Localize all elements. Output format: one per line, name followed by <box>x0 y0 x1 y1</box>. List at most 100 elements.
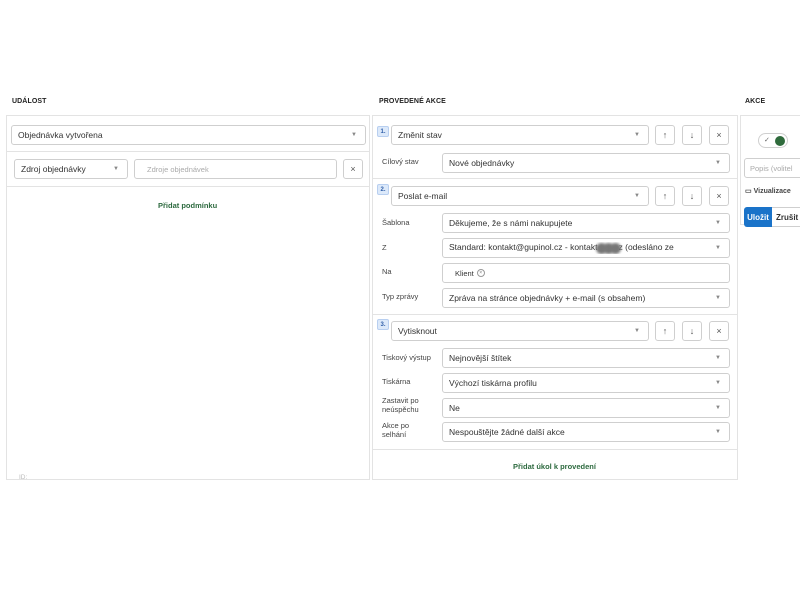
step-number-badge: 2. <box>377 184 389 195</box>
move-down-button[interactable]: ↓ <box>682 125 702 145</box>
close-icon: × <box>350 164 356 174</box>
arrow-down-icon: ↓ <box>689 130 695 140</box>
print-output-value: Nejnovější štítek <box>449 353 512 363</box>
description-input[interactable]: Popis (volitel <box>744 158 800 178</box>
action-on-failure-value: Nespouštějte žádné další akce <box>449 427 565 437</box>
divider <box>373 178 737 179</box>
recipient-field[interactable]: Klient × <box>442 263 730 283</box>
chevron-down-icon: ▼ <box>715 220 721 226</box>
arrow-up-icon: ↑ <box>662 130 668 140</box>
action-on-failure-select[interactable]: Nespouštějte žádné další akce ▼ <box>442 422 730 442</box>
field-label: Typ zprávy <box>382 292 419 301</box>
chevron-down-icon: ▼ <box>715 380 721 386</box>
step-3-action-value: Vytisknout <box>398 326 437 336</box>
chevron-down-icon: ▼ <box>351 132 357 138</box>
recipient-chip[interactable]: Klient × <box>455 269 485 278</box>
active-toggle[interactable]: ✓ <box>758 133 788 148</box>
step-2-action-select[interactable]: Poslat e-mail ▼ <box>391 186 649 206</box>
add-task-link[interactable]: Přidat úkol k provedení <box>513 462 596 471</box>
template-select[interactable]: Děkujeme, že s námi nakupujete ▼ <box>442 213 730 233</box>
field-label: Tiskárna <box>382 377 411 386</box>
step-3-action-select[interactable]: Vytisknout ▼ <box>391 321 649 341</box>
event-column-header: UDÁLOST <box>12 98 47 105</box>
field-label: Šablona <box>382 218 410 227</box>
step-1-action-select[interactable]: Změnit stav ▼ <box>391 125 649 145</box>
remove-condition-button[interactable]: × <box>343 159 363 179</box>
field-label: Na <box>382 267 392 276</box>
chevron-down-icon: ▼ <box>715 355 721 361</box>
chevron-down-icon: ▼ <box>715 160 721 166</box>
field-label: Cílový stav <box>382 157 419 166</box>
check-icon: ✓ <box>764 137 770 144</box>
chevron-down-icon: ▼ <box>113 166 119 172</box>
close-icon: × <box>716 326 722 336</box>
field-label: Akce po selhání <box>382 421 409 439</box>
close-icon: × <box>716 130 722 140</box>
chevron-down-icon: ▼ <box>715 429 721 435</box>
close-icon: × <box>716 191 722 201</box>
field-label: Z <box>382 243 387 252</box>
chevron-down-icon: ▼ <box>715 245 721 251</box>
actions-panel: ✓ Popis (volitel ▭ Vizualizace Uložit Zr… <box>740 115 800 227</box>
sender-select[interactable]: Standard: kontakt@gupinol.cz - kontakt z … <box>442 238 730 258</box>
move-up-button[interactable]: ↑ <box>655 186 675 206</box>
monitor-icon: ▭ <box>745 188 752 195</box>
chevron-down-icon: ▼ <box>634 328 640 334</box>
remove-step-button[interactable]: × <box>709 125 729 145</box>
field-label-line: selhání <box>382 429 407 439</box>
step-number-badge: 3. <box>377 319 389 330</box>
chevron-down-icon: ▼ <box>715 405 721 411</box>
step-2-action-value: Poslat e-mail <box>398 191 448 201</box>
message-type-value: Zpráva na stránce objednávky + e-mail (s… <box>449 293 646 303</box>
sender-value-end: z (odesláno ze <box>618 242 674 253</box>
target-state-select[interactable]: Nové objednávky ▼ <box>442 153 730 173</box>
remove-chip-icon[interactable]: × <box>476 269 485 277</box>
sender-value: Standard: kontakt@gupinol.cz - kontakt z … <box>449 242 694 254</box>
target-state-value: Nové objednávky <box>449 158 515 168</box>
id-label: ID: <box>19 474 28 481</box>
field-label: Tiskový výstup <box>382 353 431 362</box>
print-output-select[interactable]: Nejnovější štítek ▼ <box>442 348 730 368</box>
add-condition-link[interactable]: Přidat podmínku <box>158 201 217 210</box>
printer-value: Výchozí tiskárna profilu <box>449 378 537 388</box>
actions-column-header: AKCE <box>745 98 766 105</box>
visualization-button[interactable]: ▭ Vizualizace <box>745 188 791 197</box>
arrow-down-icon: ↓ <box>689 191 695 201</box>
arrow-down-icon: ↓ <box>689 326 695 336</box>
arrow-up-icon: ↑ <box>662 191 668 201</box>
message-type-select[interactable]: Zpráva na stránce objednávky + e-mail (s… <box>442 288 730 308</box>
remove-step-button[interactable]: × <box>709 186 729 206</box>
condition-field-select[interactable]: Zdroj objednávky ▼ <box>14 159 128 179</box>
divider <box>373 449 737 450</box>
divider <box>7 151 369 152</box>
field-label-line: neúspěchu <box>382 404 419 414</box>
divider <box>373 314 737 315</box>
cancel-button[interactable]: Zrušit <box>772 207 800 227</box>
field-label: Zastavit po neúspěchu <box>382 396 419 414</box>
recipient-chip-label: Klient <box>455 268 474 278</box>
move-up-button[interactable]: ↑ <box>655 125 675 145</box>
move-up-button[interactable]: ↑ <box>655 321 675 341</box>
condition-value-input[interactable]: Zdroje objednávek <box>134 159 337 179</box>
save-button[interactable]: Uložit <box>744 207 772 227</box>
template-value: Děkujeme, že s námi nakupujete <box>449 218 573 228</box>
chevron-down-icon: ▼ <box>634 132 640 138</box>
move-down-button[interactable]: ↓ <box>682 321 702 341</box>
step-1-action-value: Změnit stav <box>398 130 442 140</box>
divider <box>7 186 369 187</box>
redacted-blur <box>609 242 621 254</box>
arrow-up-icon: ↑ <box>662 326 668 336</box>
printer-select[interactable]: Výchozí tiskárna profilu ▼ <box>442 373 730 393</box>
step-number-badge: 1. <box>377 126 389 137</box>
event-panel: Objednávka vytvořena ▼ Zdroj objednávky … <box>6 115 370 481</box>
condition-field-value: Zdroj objednávky <box>21 164 86 174</box>
execution-column-header: PROVEDENÉ AKCE <box>379 98 446 105</box>
sender-value-start: Standard: kontakt@gupinol.cz - kontakt <box>449 242 598 253</box>
visualization-label: Vizualizace <box>753 188 791 195</box>
chevron-down-icon: ▼ <box>634 193 640 199</box>
remove-step-button[interactable]: × <box>709 321 729 341</box>
event-trigger-select[interactable]: Objednávka vytvořena ▼ <box>11 125 366 145</box>
move-down-button[interactable]: ↓ <box>682 186 702 206</box>
stop-on-failure-select[interactable]: Ne ▼ <box>442 398 730 418</box>
execution-panel: 1. Změnit stav ▼ ↑ ↓ × Cílový stav Nové … <box>372 115 738 480</box>
